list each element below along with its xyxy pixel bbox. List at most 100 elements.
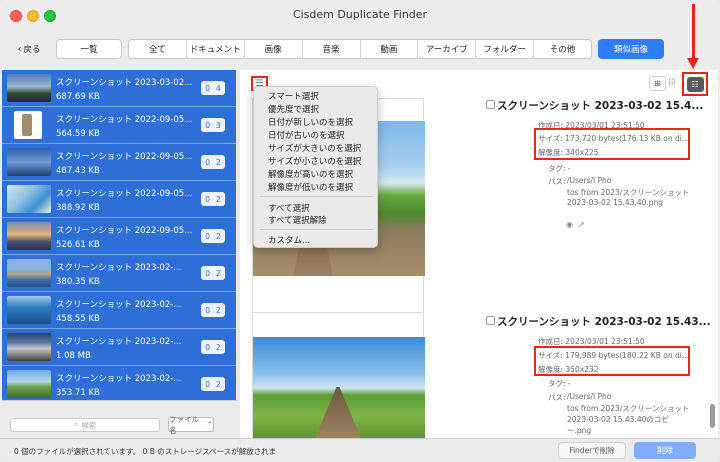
menu-item-smart-select[interactable]: スマート選択 <box>268 90 319 102</box>
back-label: 戻る <box>23 45 41 55</box>
delete-in-finder-button[interactable]: Finderで削除 <box>558 442 626 459</box>
list-view-button[interactable]: ☷ <box>686 76 704 92</box>
item-name: スクリーンショット 2022-09-05... <box>56 115 193 125</box>
resolution: 解像度: 350x232 <box>538 365 599 374</box>
detail-list-icon: ☷ <box>691 79 699 89</box>
tab-images[interactable]: 画像 <box>245 40 303 58</box>
menu-item-select-all[interactable]: すべて選択 <box>268 202 310 214</box>
file-size: サイズ: 173,720 bytes(176.13 KB on di... <box>538 134 689 143</box>
menu-item-newest[interactable]: 日付が新しいのを選択 <box>268 116 353 128</box>
image-thumbnail <box>7 185 51 213</box>
select-checkbox[interactable] <box>486 316 495 325</box>
item-name: スクリーンショット 2022-09-05... <box>56 226 193 236</box>
sort-dropdown[interactable]: ファイル名 ⌃ <box>168 415 214 435</box>
duplicate-count-badge: 02 <box>201 377 225 391</box>
menu-item-highest-resolution[interactable]: 解像度が高いのを選択 <box>268 168 353 180</box>
menu-item-priority[interactable]: 優先度で選択 <box>268 103 319 115</box>
card-title: スクリーンショット 2023-03-02 15.4... <box>497 100 704 112</box>
path-label: パス: <box>548 393 566 402</box>
delete-button[interactable]: 削除 <box>634 442 696 459</box>
file-size: サイズ: 179,989 bytes(180.22 KB on di... <box>538 351 689 360</box>
window-title: Cisdem Duplicate Finder <box>292 8 428 21</box>
list-item[interactable]: スクリーンショット 2023-02-... 1.08 MB 02 <box>2 329 238 366</box>
image-thumbnail <box>7 74 51 102</box>
menu-item-lowest-resolution[interactable]: 解像度が低いのを選択 <box>268 181 353 193</box>
list-item[interactable]: スクリーンショット 2022-09-05... 487.43 KB 02 <box>2 144 238 181</box>
menu-item-largest[interactable]: サイズが大きいのを選択 <box>268 142 361 154</box>
grid-view-button[interactable]: ⊞ <box>649 76 666 91</box>
item-size: 388.92 KB <box>56 203 100 213</box>
path-value: ー.png <box>567 426 592 435</box>
back-button[interactable]: ‹ 戻る <box>10 39 48 59</box>
item-size: 1.08 MB <box>56 351 91 361</box>
image-card <box>252 312 425 438</box>
item-size: 380.35 KB <box>56 277 100 287</box>
annotation-arrow <box>692 4 695 62</box>
list-item[interactable]: スクリーンショット 2023-03-02... 687.69 KB 04 <box>2 70 238 107</box>
menu-item-deselect-all[interactable]: すべて選択解除 <box>268 214 327 226</box>
item-name: スクリーンショット 2022-09-05... <box>56 189 193 199</box>
item-name: スクリーンショット 2023-02-... <box>56 300 182 310</box>
image-thumbnail <box>7 259 51 287</box>
duplicate-count-badge: 04 <box>201 81 225 95</box>
search-input[interactable]: ⌕ 検索 <box>10 418 160 432</box>
tab-videos[interactable]: 動画 <box>361 40 419 58</box>
item-size: 458.55 KB <box>56 314 100 324</box>
menu-item-smallest[interactable]: サイズが小さいのを選択 <box>268 155 361 167</box>
tab-all[interactable]: 全て <box>129 40 187 58</box>
search-icon: ⌕ <box>73 420 79 429</box>
preview-icon[interactable]: ◉ <box>566 220 573 229</box>
list-item[interactable]: スクリーンショット 2023-02-... 380.35 KB 02 <box>2 255 238 292</box>
select-checkbox[interactable] <box>486 100 495 109</box>
list-item[interactable]: スクリーンショット 2023-02-... 353.71 KB 02 <box>2 366 238 400</box>
list-button[interactable]: 一覧 <box>56 39 122 59</box>
path-value: 2023-03-02 15.43.40のコピ <box>567 415 669 424</box>
item-size: 687.69 KB <box>56 92 100 102</box>
list-item[interactable]: スクリーンショット 2022-09-05... 388.92 KB 02 <box>2 181 238 218</box>
tags: タグ: - <box>548 164 571 173</box>
duplicate-count-badge: 02 <box>201 340 225 354</box>
app-window: Cisdem Duplicate Finder ‹ 戻る 一覧 全て ドキュメン… <box>0 0 720 462</box>
resolution: 解像度: 340x225 <box>538 148 599 157</box>
title-bar: Cisdem Duplicate Finder <box>0 0 720 30</box>
item-name: スクリーンショット 2023-02-... <box>56 337 182 347</box>
item-size: 353.71 KB <box>56 388 100 398</box>
tab-music[interactable]: 音楽 <box>303 40 361 58</box>
item-size: 526.61 KB <box>56 240 100 250</box>
duplicate-count-badge: 02 <box>201 266 225 280</box>
menu-item-custom[interactable]: カスタム... <box>268 234 310 246</box>
tab-others[interactable]: その他 <box>534 40 591 58</box>
list-item[interactable]: スクリーンショット 2022-09-05... 526.61 KB 02 <box>2 218 238 255</box>
path-label: パス: <box>548 177 566 186</box>
image-thumbnail <box>14 111 42 139</box>
scrollbar[interactable] <box>710 404 715 428</box>
list-label: 一覧 <box>80 45 98 55</box>
path-value: tos from 2023/スクリーンショット <box>567 404 690 413</box>
view-separator: ||| <box>668 77 677 86</box>
item-name: スクリーンショット 2023-02-... <box>56 374 182 384</box>
image-thumbnail <box>7 296 51 324</box>
item-size: 487.43 KB <box>56 166 100 176</box>
tags: タグ: - <box>548 379 571 388</box>
list-item[interactable]: スクリーンショット 2022-09-05... 564.59 KB 03 <box>2 107 238 144</box>
tab-archives[interactable]: アーカイブ <box>418 40 477 58</box>
sort-label: ファイル名 <box>169 414 199 435</box>
search-placeholder: 検索 <box>81 420 97 430</box>
item-size: 564.59 KB <box>56 129 100 139</box>
duplicate-count-badge: 02 <box>201 192 225 206</box>
tab-folders[interactable]: フォルダー <box>476 40 535 58</box>
duplicate-group-list: スクリーンショット 2023-03-02... 687.69 KB 04 スクリ… <box>2 70 238 400</box>
list-item[interactable]: スクリーンショット 2023-02-... 458.55 KB 02 <box>2 292 238 329</box>
reveal-in-finder-icon[interactable]: ↗ <box>578 220 585 229</box>
menu-separator <box>260 196 373 197</box>
image-thumbnail <box>7 148 51 176</box>
tab-documents[interactable]: ドキュメント <box>187 40 245 58</box>
path-value: /Users/l Pho <box>567 176 612 185</box>
tab-similar-images[interactable]: 類似画像 <box>598 39 664 59</box>
menu-item-oldest[interactable]: 日付が古いのを選択 <box>268 129 345 141</box>
image-thumbnail <box>7 333 51 361</box>
path-value: 2023-03-02 15.43.40.png <box>567 198 664 207</box>
image-preview[interactable] <box>253 337 425 438</box>
item-name: スクリーンショット 2023-02-... <box>56 263 182 273</box>
chevron-left-icon: ‹ <box>17 43 22 55</box>
